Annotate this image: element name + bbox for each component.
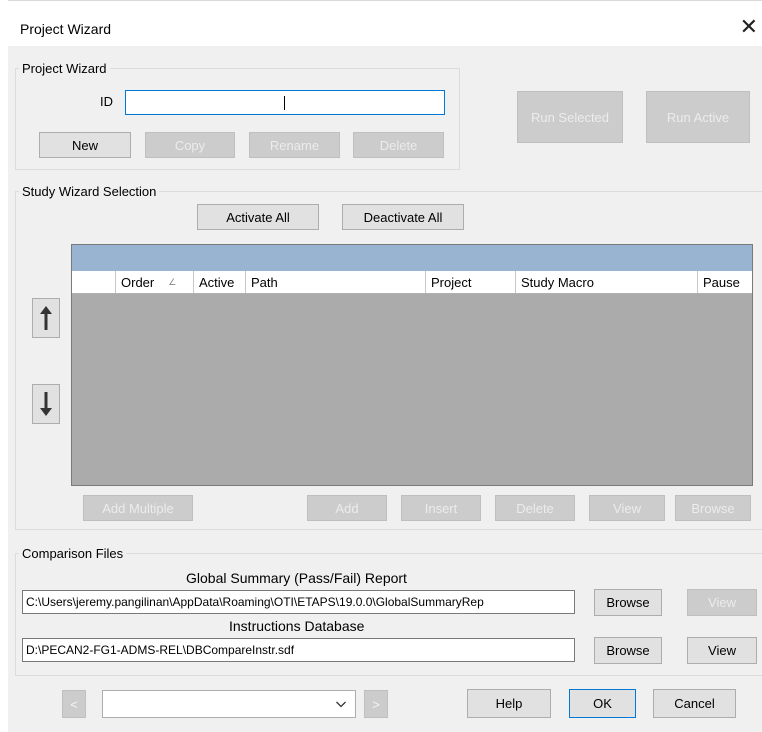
add-multiple-button[interactable]: Add Multiple (83, 495, 193, 521)
rename-button[interactable]: Rename (249, 132, 340, 158)
next-button[interactable]: > (364, 690, 388, 718)
report-view-button[interactable]: View (687, 589, 757, 616)
run-selected-button[interactable]: Run Selected (517, 91, 623, 143)
rename-button-label: Rename (269, 137, 320, 153)
project-wizard-group-label: Project Wizard (19, 61, 110, 76)
insert-button[interactable]: Insert (401, 495, 481, 521)
column-header-pause[interactable]: Pause (698, 271, 752, 293)
run-active-button-label: Run Active (666, 109, 730, 125)
report-browse-button[interactable]: Browse (594, 589, 662, 616)
run-selected-button-label: Run Selected (530, 109, 610, 125)
cancel-button[interactable]: Cancel (653, 689, 736, 718)
db-view-button[interactable]: View (687, 637, 757, 664)
close-icon[interactable]: ✕ (740, 15, 758, 40)
text-caret (284, 96, 285, 110)
title-bar: Project Wizard ✕ (8, 0, 762, 46)
previous-icon: < (70, 696, 78, 712)
column-header-selector[interactable] (72, 271, 116, 293)
activate-all-label: Activate All (226, 209, 290, 225)
report-path-input[interactable]: C:\Users\jeremy.pangilinan\AppData\Roami… (22, 590, 575, 614)
activate-all-button[interactable]: Activate All (197, 204, 319, 230)
arrow-down-icon (40, 392, 52, 416)
project-wizard-dialog: Project Wizard ✕ Project Wizard ID New C… (8, 0, 762, 732)
report-path-value: C:\Users\jeremy.pangilinan\AppData\Roami… (26, 595, 484, 609)
ok-button[interactable]: OK (569, 689, 636, 718)
chevron-down-icon (336, 701, 346, 708)
run-active-button[interactable]: Run Active (646, 91, 750, 143)
new-button[interactable]: New (39, 132, 131, 158)
move-up-button[interactable] (32, 298, 60, 338)
column-header-study-macro[interactable]: Study Macro (516, 271, 698, 293)
add-button[interactable]: Add (307, 495, 387, 521)
instructions-db-label: Instructions Database (229, 618, 365, 634)
study-wizard-group-label: Study Wizard Selection (19, 184, 160, 199)
copy-button-label: Copy (174, 137, 206, 153)
delete-project-button-label: Delete (379, 137, 418, 153)
view-study-button[interactable]: View (589, 495, 665, 521)
new-button-label: New (71, 137, 98, 153)
copy-button[interactable]: Copy (145, 132, 235, 158)
previous-button[interactable]: < (62, 690, 86, 718)
sort-indicator-icon: ∠ (168, 276, 177, 287)
column-header-active[interactable]: Active (194, 271, 246, 293)
instructions-db-value: D:\PECAN2-FG1-ADMS-REL\DBCompareInstr.sd… (26, 643, 295, 657)
deactivate-all-button[interactable]: Deactivate All (342, 204, 464, 230)
column-header-project[interactable]: Project (426, 271, 516, 293)
study-grid[interactable]: Order ∠ Active Path Project Study Macro P… (71, 244, 753, 486)
help-button[interactable]: Help (467, 689, 551, 718)
comparison-files-group-label: Comparison Files (19, 546, 127, 561)
grid-top-band (72, 245, 752, 271)
delete-study-button[interactable]: Delete (495, 495, 575, 521)
column-header-path[interactable]: Path (246, 271, 426, 293)
id-label: ID (100, 94, 113, 109)
grid-header: Order ∠ Active Path Project Study Macro P… (72, 271, 752, 294)
id-input[interactable] (125, 90, 445, 115)
window-title: Project Wizard (20, 21, 112, 37)
deactivate-all-label: Deactivate All (363, 209, 443, 225)
report-label: Global Summary (Pass/Fail) Report (186, 570, 407, 586)
wizard-select-combo[interactable] (102, 690, 356, 718)
next-icon: > (372, 696, 380, 712)
db-browse-button[interactable]: Browse (594, 637, 662, 664)
browse-study-button[interactable]: Browse (675, 495, 751, 521)
delete-project-button[interactable]: Delete (353, 132, 444, 158)
move-down-button[interactable] (32, 384, 60, 424)
arrow-up-icon (40, 306, 52, 330)
instructions-db-input[interactable]: D:\PECAN2-FG1-ADMS-REL\DBCompareInstr.sd… (22, 638, 575, 662)
column-header-order[interactable]: Order ∠ (116, 271, 194, 293)
